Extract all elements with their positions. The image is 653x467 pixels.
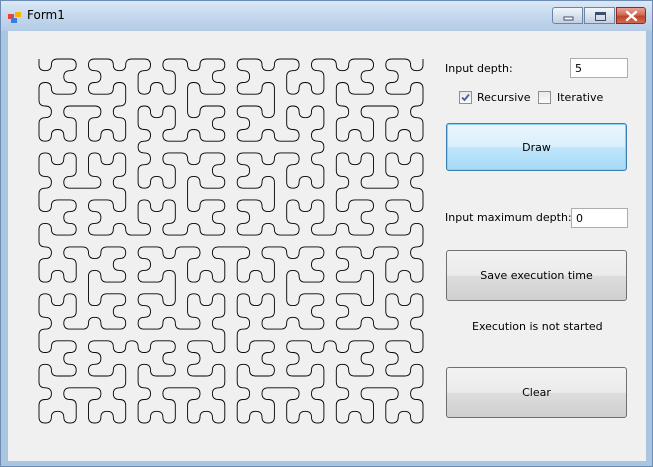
close-button[interactable] [616,7,646,24]
fractal-canvas [32,52,430,430]
save-execution-time-button[interactable]: Save execution time [446,250,627,301]
input-max-depth-label: Input maximum depth: [445,211,572,224]
maximize-button[interactable] [584,7,615,24]
input-max-depth-field[interactable] [571,208,628,228]
windows-form-icon [8,9,22,23]
window-title: Form1 [27,8,65,22]
draw-button-label: Draw [522,140,551,154]
close-icon [625,10,638,22]
checkmark-icon [461,93,470,102]
iterative-label: Iterative [557,91,604,104]
recursive-label: Recursive [477,91,531,104]
hilbert-curve-path [38,58,424,424]
title-bar[interactable]: Form1 [1,1,652,31]
minimize-icon [563,16,574,21]
app-window: Form1 Input depth: Recursive Iterative D… [0,0,653,467]
form-client-area: Input depth: Recursive Iterative Draw In… [8,31,646,461]
draw-button[interactable]: Draw [446,123,627,171]
save-button-label: Save execution time [480,269,593,282]
minimize-button[interactable] [552,7,583,24]
clear-button[interactable]: Clear [446,367,627,418]
execution-status-text: Execution is not started [472,320,603,333]
iterative-checkbox[interactable] [538,91,551,104]
input-depth-field[interactable] [570,58,628,78]
clear-button-label: Clear [522,386,551,399]
recursive-checkbox[interactable] [459,91,472,104]
input-depth-label: Input depth: [445,62,513,75]
